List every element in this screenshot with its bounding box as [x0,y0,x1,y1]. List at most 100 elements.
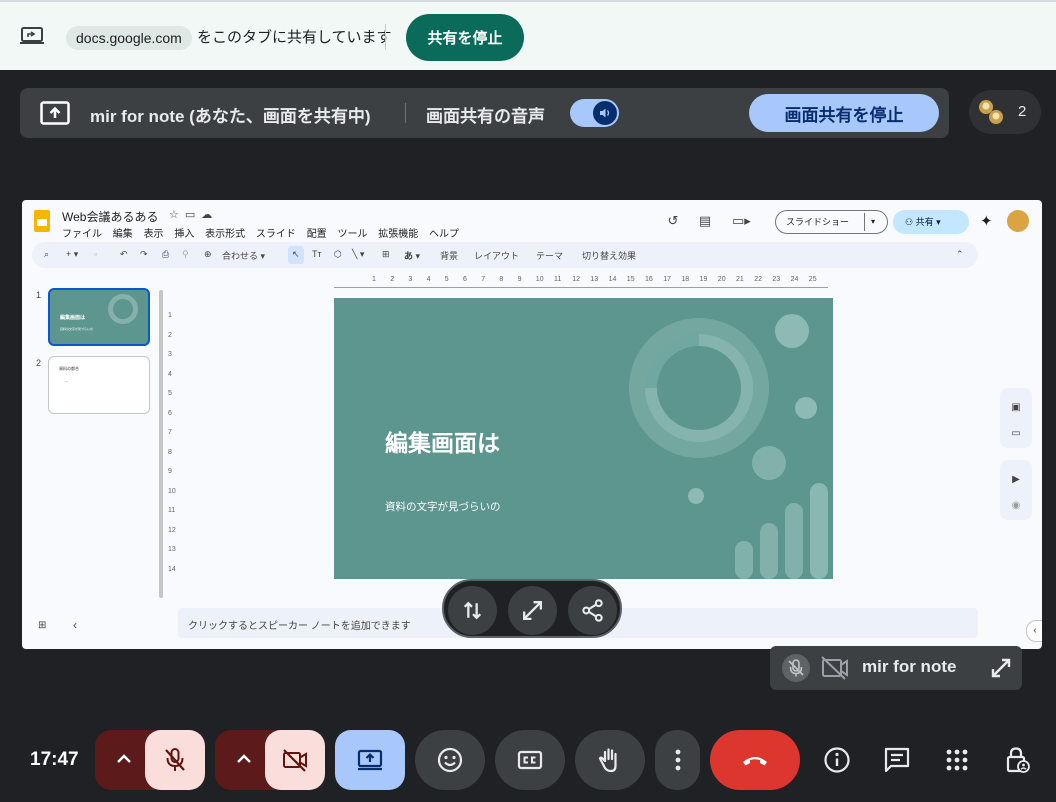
new-slide-icon[interactable]: + ▾ [66,249,78,260]
chevron-down-icon[interactable]: ▾ [871,211,875,233]
transition-button[interactable]: 切り替え効果 [582,249,636,262]
expand-icon[interactable] [989,656,1013,680]
menu-format[interactable]: 表示形式 [205,229,245,240]
keep-icon[interactable]: ▣ [1008,400,1024,416]
grid-view-icon[interactable]: ⊞ [38,620,46,631]
ruler-tick-label: 6 [168,409,172,417]
swap-view-button[interactable] [448,586,497,635]
background-button[interactable]: 背景 [440,249,458,262]
slideshow-button[interactable]: スライドショー ▾ [775,210,888,234]
record-icon[interactable]: ◉ [1008,498,1024,514]
avatar[interactable] [1007,210,1029,232]
slides-logo-icon [34,210,50,232]
expand-icon [523,601,542,620]
menu-bar: ファイル 編集 表示 挿入 表示形式 スライド 配置 ツール 拡張機能 ヘルプ [62,225,467,240]
folder-icon[interactable]: ▭ [1008,426,1024,442]
move-folder-icon[interactable]: ▭ [185,209,201,221]
participants-button[interactable]: 2 [969,90,1041,134]
menu-edit[interactable]: 編集 [113,229,133,240]
menu-extensions[interactable]: 拡張機能 [378,229,418,240]
text-style-value: あ [404,251,414,261]
zoom-select[interactable]: 合わせる ▾ [222,249,265,262]
zoom-icon[interactable]: ⊕ [204,249,212,260]
meet-camera-icon[interactable]: ▭▸ [732,212,751,230]
captions-button[interactable] [495,730,565,790]
redo-icon[interactable]: ↷ [140,249,148,260]
slide-thumbnail-1[interactable]: 編集画面は 資料の文字が見づらいの [48,288,150,346]
menu-arrange[interactable]: 配置 [307,229,327,240]
layout-button[interactable]: レイアウト [474,249,519,262]
undo-icon[interactable]: ↶ [120,249,128,260]
theme-button[interactable]: テーマ [536,249,563,262]
menu-tools[interactable]: ツール [337,229,367,240]
host-controls-button[interactable] [997,740,1037,780]
more-vert-icon [675,749,681,771]
gemini-sparkle-icon[interactable]: ✦ [980,212,993,230]
history-icon[interactable]: ↺ [664,212,682,230]
ruler-tick-label: 11 [554,276,562,283]
info-icon [824,747,850,773]
side-panel-toggle-icon[interactable]: ‹ [1026,620,1042,642]
ruler-tick-label: 16 [645,276,653,283]
video-slide-icon[interactable]: ▶ [1008,472,1024,488]
print-icon[interactable]: ⎙ [162,249,169,260]
share-button[interactable] [568,586,617,635]
thumbnail-title: 編集画面は [60,315,86,321]
collapse-filmstrip-icon[interactable]: ‹ [73,618,77,632]
ruler-tick-label: 7 [168,429,172,436]
collapse-toolbar-icon[interactable]: ⌃ [956,249,964,260]
cloud-status-icon: ☁ [201,209,219,221]
menu-file[interactable]: ファイル [62,229,102,240]
fullscreen-button[interactable] [508,586,557,635]
screen-share-tab-icon [20,27,44,44]
search-icon[interactable]: ⌕ [44,249,49,260]
current-slide[interactable]: 編集画面は 資料の文字が見づらいの [334,298,833,579]
select-cursor-icon[interactable]: ↖ [292,249,300,260]
ruler-tick-label: 9 [517,276,522,283]
reactions-button[interactable] [415,730,485,790]
stop-tab-share-button[interactable]: 共有を停止 [406,14,524,61]
present-now-button[interactable] [335,730,405,790]
camera-toggle-button[interactable] [265,730,325,790]
star-icon[interactable]: ☆ [169,209,185,221]
ruler-tick-label: 10 [168,487,176,495]
ruler-tick-label: 5 [444,276,449,283]
ruler-tick-label: 11 [168,507,176,514]
slide-subtitle[interactable]: 資料の文字が見づらいの [385,499,501,514]
chevron-up-icon[interactable] [233,748,255,770]
menu-help[interactable]: ヘルプ [429,229,459,240]
menu-insert[interactable]: 挿入 [174,229,194,240]
self-view-tile[interactable]: mir for note [770,646,1022,690]
line-icon[interactable]: ╲ ▾ [352,249,364,260]
ruler-tick-label: 14 [168,565,176,573]
meeting-details-button[interactable] [817,740,857,780]
mic-off-icon [788,659,804,677]
insert-comment-icon[interactable]: ⊞ [382,249,390,260]
doc-share-button[interactable]: ⚇ 共有 ▾ [893,210,969,234]
mic-toggle-button[interactable] [145,730,205,790]
filmstrip-scrollbar[interactable] [159,290,163,598]
screen-audio-toggle[interactable] [570,99,619,127]
share-status-message: をこのタブに共有しています [197,29,392,46]
activities-button[interactable] [937,740,977,780]
chevron-up-icon[interactable] [113,748,135,770]
new-slide-layout-icon: ▫ [94,249,98,259]
raise-hand-button[interactable] [575,730,645,790]
text-style-select[interactable]: あ ▾ [404,249,420,262]
more-options-button[interactable] [655,730,700,790]
ruler-tick-label: 23 [772,276,781,283]
text-box-icon[interactable]: Tт [312,249,322,259]
comment-icon[interactable]: ▤ [696,212,714,230]
ruler-tick-label: 6 [463,276,467,283]
document-title[interactable]: Web会議あるある [62,208,158,225]
slide-thumbnail-2[interactable]: 資料の都合 — [48,356,150,414]
slide-title[interactable]: 編集画面は [385,424,500,458]
menu-slide[interactable]: スライド [256,229,296,240]
leave-call-button[interactable] [710,730,800,790]
menu-view[interactable]: 表示 [144,229,164,240]
shape-icon[interactable]: ⬡ [334,249,342,260]
chevron-down-icon[interactable]: ▾ [934,217,941,227]
stop-presenting-button[interactable]: 画面共有を停止 [749,94,939,132]
ruler-tick-label: 2 [390,276,395,283]
chat-button[interactable] [877,740,917,780]
